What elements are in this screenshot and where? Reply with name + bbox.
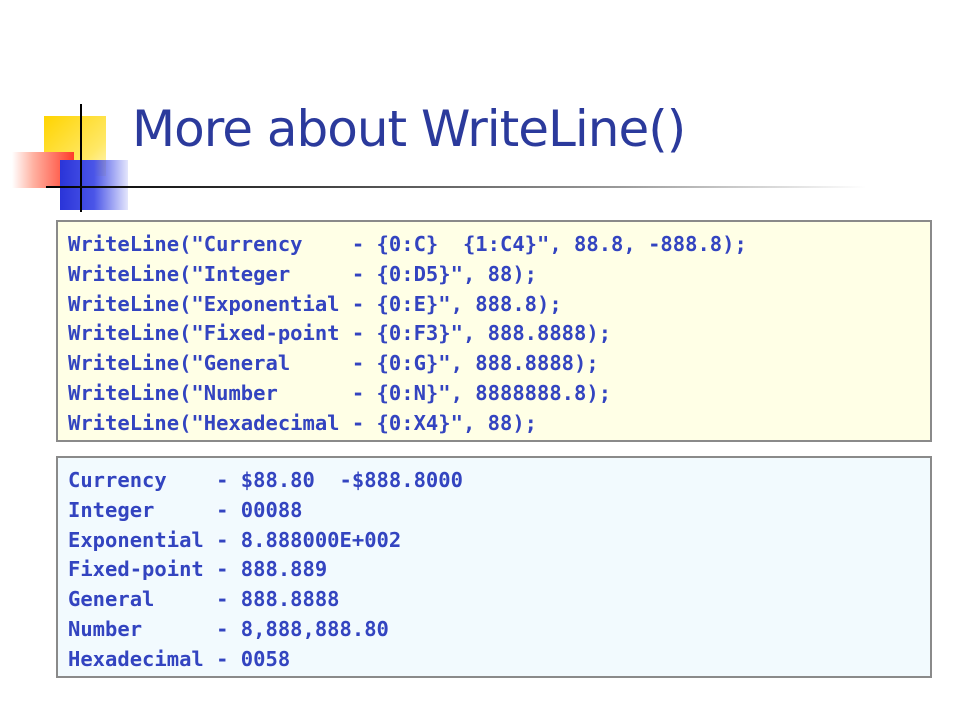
output-line: Exponential - 8.888000E+002 xyxy=(68,527,402,552)
output-line: Number - 8,888,888.80 xyxy=(68,616,389,641)
output-line: General - 888.8888 xyxy=(68,587,340,612)
output-line: Integer - 00088 xyxy=(68,497,303,522)
code-line: WriteLine("Currency - {0:C} {1:C4}", 88.… xyxy=(68,232,747,256)
decor-vertical-line xyxy=(80,104,82,212)
title-underline xyxy=(46,186,866,188)
code-line: WriteLine("Integer - {0:D5}", 88); xyxy=(68,261,537,286)
output-example-box: Currency - $88.80 -$888.8000 Integer - 0… xyxy=(56,456,932,678)
decor-blue-square xyxy=(60,160,128,210)
output-line: Fixed-point - 888.889 xyxy=(68,557,328,582)
output-line: Currency - $88.80 -$888.8000 xyxy=(68,468,463,492)
output-line: Hexadecimal - 0058 xyxy=(68,646,291,671)
code-line: WriteLine("General - {0:G}", 888.8888); xyxy=(68,351,599,376)
code-line: WriteLine("Fixed-point - {0:F3}", 888.88… xyxy=(68,321,612,346)
code-example-box: WriteLine("Currency - {0:C} {1:C4}", 88.… xyxy=(56,220,932,442)
code-line: WriteLine("Hexadecimal - {0:X4}", 88); xyxy=(68,410,537,435)
code-line: WriteLine("Number - {0:N}", 8888888.8); xyxy=(68,380,612,405)
slide: More about WriteLine() WriteLine("Curren… xyxy=(0,0,960,720)
code-line: WriteLine("Exponential - {0:E}", 888.8); xyxy=(68,291,562,316)
slide-title: More about WriteLine() xyxy=(132,100,686,158)
